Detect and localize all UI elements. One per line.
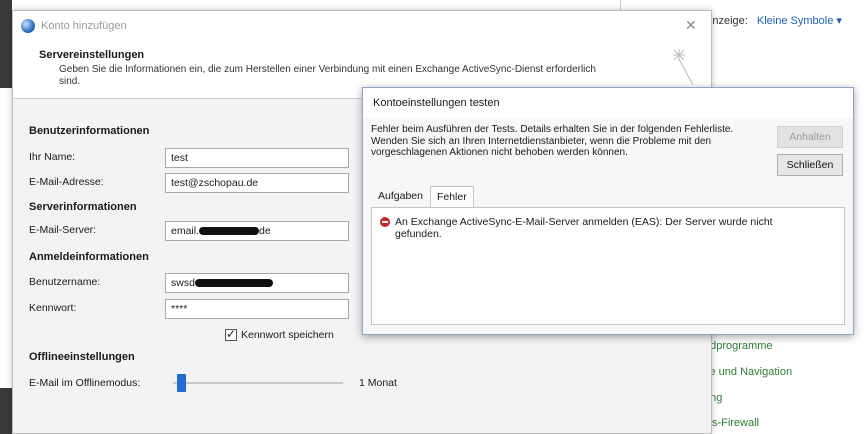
server-prefix: email. [171,225,200,237]
username-label: Benutzername: [29,276,101,288]
header-description: Geben Sie die Informationen ein, die zum… [59,64,596,87]
checkbox-checked-icon[interactable] [225,327,237,341]
wizard-icon [673,49,694,86]
control-panel-link[interactable]: ite und Navigation [704,366,792,378]
offline-mode-label: E-Mail im Offlinemodus: [29,377,141,389]
test-settings-dialog: Kontoeinstellungen testen Fehler beim Au… [362,87,854,335]
result-tabs: Aufgaben Fehler [371,185,474,208]
section-login-info: Anmeldeinformationen [29,251,149,263]
control-panel-link[interactable]: ws-Firewall [704,417,759,429]
close-icon[interactable]: ✕ [685,17,697,34]
offline-mode-value: 1 Monat [359,377,397,389]
tab-tasks[interactable]: Aufgaben [371,185,430,207]
slider-thumb[interactable] [177,374,186,392]
server-suffix: de [259,225,271,237]
server-label: E-Mail-Server: [29,224,97,236]
password-field[interactable]: **** [165,299,349,319]
offline-mode-slider[interactable] [173,373,343,393]
errors-panel: An Exchange ActiveSync-E-Mail-Server anm… [371,207,845,325]
dialog-titlebar: Konto hinzufügen ✕ [13,11,711,41]
name-label: Ihr Name: [29,151,76,163]
section-user-info: Benutzerinformationen [29,125,150,137]
section-server-info: Serverinformationen [29,201,137,213]
section-offline: Offlineeinstellungen [29,351,135,363]
stop-button[interactable]: Anhalten [777,126,843,148]
close-button[interactable]: Schließen [777,154,843,176]
save-password-label: Kennwort speichern [241,329,334,341]
error-icon [380,217,390,227]
server-field[interactable]: email. de [165,221,349,241]
error-message: Fehler beim Ausführen der Tests. Details… [371,124,734,158]
save-password-checkbox[interactable]: Kennwort speichern [225,327,334,341]
view-mode-value[interactable]: Kleine Symbole ▾ [757,15,842,27]
view-mode-selector[interactable]: Anzeige: Kleine Symbole ▾ [705,14,842,27]
error-item-text: An Exchange ActiveSync-E-Mail-Server anm… [395,216,773,240]
background-window-edge [0,0,12,434]
name-field[interactable]: test [165,148,349,168]
username-field[interactable]: swsd [165,273,349,293]
email-field[interactable]: test@zschopau.de [165,173,349,193]
tab-errors[interactable]: Fehler [429,186,474,208]
redaction-mark [194,279,273,288]
outlook-icon [21,19,35,33]
redaction-mark [199,227,260,236]
test-dialog-title: Kontoeinstellungen testen [363,88,853,118]
password-label: Kennwort: [29,302,77,314]
dialog-title: Konto hinzufügen [41,20,127,32]
header-title: Servereinstellungen [39,49,145,61]
error-item: An Exchange ActiveSync-E-Mail-Server anm… [380,216,815,240]
control-panel-link[interactable]: ndprogramme [704,340,772,352]
email-label: E-Mail-Adresse: [29,176,104,188]
username-prefix: swsd [171,277,195,289]
